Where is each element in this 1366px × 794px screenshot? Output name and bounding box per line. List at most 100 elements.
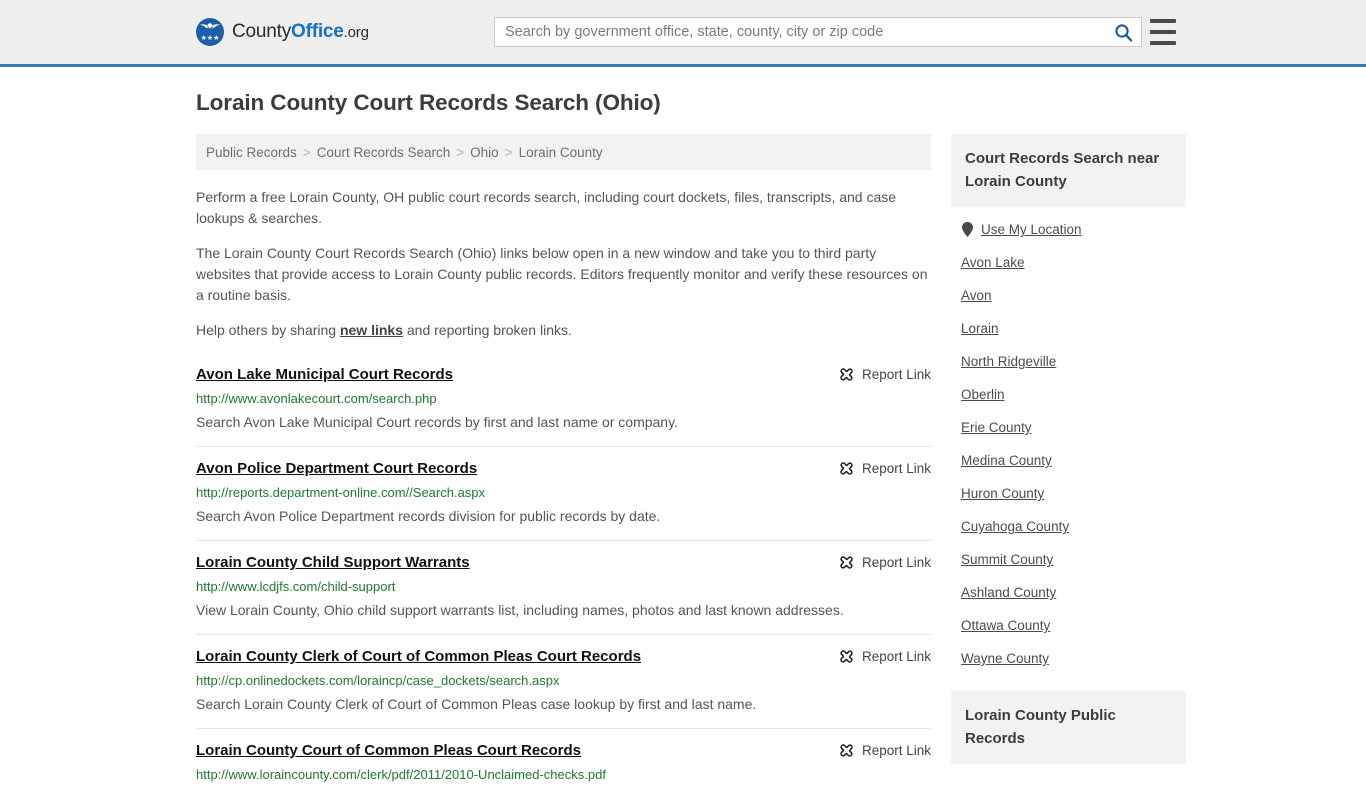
result-item: Lorain County Clerk of Court of Common P… (196, 635, 931, 729)
search-bar (494, 17, 1142, 47)
site-header: ★★★ CountyOffice.org (0, 0, 1366, 67)
report-link-button[interactable]: Report Link (838, 742, 931, 759)
sidebar-item-use-my-location[interactable]: Use My Location (951, 213, 1186, 246)
result-title-link[interactable]: Lorain County Clerk of Court of Common P… (196, 647, 641, 666)
sidebar-link[interactable]: Huron County (961, 486, 1044, 501)
site-logo[interactable]: ★★★ CountyOffice.org (196, 18, 369, 46)
result-description: Search Avon Police Department records di… (196, 508, 661, 524)
brand-org: .org (343, 24, 369, 41)
sidebar-item-ottawa-county[interactable]: Ottawa County (951, 609, 1186, 642)
broken-link-icon (840, 650, 853, 663)
brand-county: County (232, 21, 292, 42)
breadcrumb-item-public-records[interactable]: Public Records (206, 145, 297, 160)
breadcrumb-separator: > (302, 144, 311, 160)
breadcrumb-item-ohio[interactable]: Ohio (470, 145, 499, 160)
menu-bar-2 (1150, 30, 1176, 34)
search-button[interactable] (1105, 18, 1141, 46)
sidebar-item-medina-county[interactable]: Medina County (951, 444, 1186, 477)
menu-bar-1 (1150, 19, 1176, 23)
intro-p3-before: Help others by sharing (196, 322, 340, 338)
result-header: Lorain County Court of Common Pleas Cour… (196, 741, 931, 760)
result-title-link[interactable]: Avon Lake Municipal Court Records (196, 365, 453, 384)
sidebar-item-cuyahoga-county[interactable]: Cuyahoga County (951, 510, 1186, 543)
sidebar-link[interactable]: Summit County (961, 552, 1053, 567)
result-description: Search Avon Lake Municipal Court records… (196, 414, 678, 430)
sidebar-item-avon[interactable]: Avon (951, 279, 1186, 312)
report-link-button[interactable]: Report Link (838, 648, 931, 665)
breadcrumb-separator: > (504, 144, 513, 160)
result-url[interactable]: http://www.loraincounty.com/clerk/pdf/20… (196, 767, 931, 783)
result-url[interactable]: http://reports.department-online.com//Se… (196, 485, 931, 501)
intro-p3-after: and reporting broken links. (403, 322, 572, 338)
sidebar-link[interactable]: Ottawa County (961, 618, 1050, 633)
report-link-label: Report Link (861, 743, 931, 758)
sidebar-link[interactable]: North Ridgeville (961, 354, 1056, 369)
result-item: Avon Police Department Court Records Rep… (196, 447, 931, 541)
sidebar-item-ashland-county[interactable]: Ashland County (951, 576, 1186, 609)
page-title: Lorain County Court Records Search (Ohio… (196, 90, 661, 115)
result-url[interactable]: http://cp.onlinedockets.com/loraincp/cas… (196, 673, 931, 689)
result-title-link[interactable]: Lorain County Child Support Warrants (196, 553, 470, 572)
sidebar-item-lorain[interactable]: Lorain (951, 312, 1186, 345)
main-content: Public Records > Court Records Search > … (196, 134, 931, 794)
result-title-link[interactable]: Avon Police Department Court Records (196, 459, 477, 478)
result-title-link[interactable]: Lorain County Court of Common Pleas Cour… (196, 741, 581, 760)
result-item: Avon Lake Municipal Court Records Report… (196, 353, 931, 447)
intro-paragraph-3: Help others by sharing new links and rep… (196, 320, 931, 341)
hamburger-menu-button[interactable] (1150, 19, 1176, 45)
eagle-icon (199, 23, 221, 29)
new-links-link[interactable]: new links (340, 322, 403, 338)
sidebar-item-summit-county[interactable]: Summit County (951, 543, 1186, 576)
report-link-label: Report Link (861, 649, 931, 664)
sidebar-item-huron-county[interactable]: Huron County (951, 477, 1186, 510)
intro-paragraph-1: Perform a free Lorain County, OH public … (196, 189, 897, 226)
sidebar-item-avon-lake[interactable]: Avon Lake (951, 246, 1186, 279)
sidebar-link[interactable]: Wayne County (961, 651, 1049, 666)
search-input[interactable] (495, 18, 1105, 46)
breadcrumb-item-lorain-county[interactable]: Lorain County (519, 145, 603, 160)
page-container: Lorain County Court Records Search (Ohio… (0, 90, 1366, 794)
result-description: Search Lorain County Clerk of Court of C… (196, 696, 757, 712)
result-item: Lorain County Court of Common Pleas Cour… (196, 729, 931, 794)
results-list: Avon Lake Municipal Court Records Report… (196, 353, 931, 794)
sidebar-link[interactable]: Avon (961, 288, 992, 303)
use-my-location-link[interactable]: Use My Location (981, 222, 1082, 237)
sidebar-nearby-heading: Court Records Search near Lorain County (951, 134, 1186, 207)
result-description: View Lorain County, Ohio child support w… (196, 602, 844, 618)
report-link-button[interactable]: Report Link (838, 460, 931, 477)
result-header: Lorain County Child Support Warrants Rep… (196, 553, 931, 572)
sidebar-link[interactable]: Medina County (961, 453, 1052, 468)
sidebar-link[interactable]: Ashland County (961, 585, 1056, 600)
report-link-button[interactable]: Report Link (838, 366, 931, 383)
report-link-label: Report Link (861, 555, 931, 570)
sidebar-item-wayne-county[interactable]: Wayne County (951, 642, 1186, 675)
result-header: Lorain County Clerk of Court of Common P… (196, 647, 931, 666)
report-link-button[interactable]: Report Link (838, 554, 931, 571)
result-url[interactable]: http://www.avonlakecourt.com/search.php (196, 391, 931, 407)
brand-text: CountyOffice.org (232, 21, 369, 43)
sidebar-link[interactable]: Oberlin (961, 387, 1005, 402)
result-url[interactable]: http://www.lcdjfs.com/child-support (196, 579, 931, 595)
sidebar-link[interactable]: Erie County (961, 420, 1032, 435)
report-link-label: Report Link (861, 461, 931, 476)
sidebar-item-erie-county[interactable]: Erie County (951, 411, 1186, 444)
brand-office: Office (291, 21, 344, 42)
sidebar: Court Records Search near Lorain County … (951, 134, 1186, 764)
report-link-label: Report Link (861, 367, 931, 382)
three-stars-icon: ★★★ (200, 35, 220, 42)
broken-link-icon (840, 556, 853, 569)
sidebar-link[interactable]: Avon Lake (961, 255, 1025, 270)
sidebar-link[interactable]: Cuyahoga County (961, 519, 1069, 534)
sidebar-links-list: Use My Location Avon Lake Avon Lorain No… (951, 207, 1186, 675)
broken-link-icon (840, 462, 853, 475)
broken-link-icon (840, 744, 853, 757)
sidebar-item-north-ridgeville[interactable]: North Ridgeville (951, 345, 1186, 378)
intro-paragraph-2: The Lorain County Court Records Search (… (196, 245, 928, 303)
intro-text: Perform a free Lorain County, OH public … (196, 187, 931, 341)
result-item: Lorain County Child Support Warrants Rep… (196, 541, 931, 635)
sidebar-public-records-heading: Lorain County Public Records (951, 691, 1186, 764)
sidebar-link[interactable]: Lorain (961, 321, 999, 336)
breadcrumb-item-court-records-search[interactable]: Court Records Search (317, 145, 451, 160)
sidebar-item-oberlin[interactable]: Oberlin (951, 378, 1186, 411)
breadcrumb-separator: > (456, 144, 465, 160)
